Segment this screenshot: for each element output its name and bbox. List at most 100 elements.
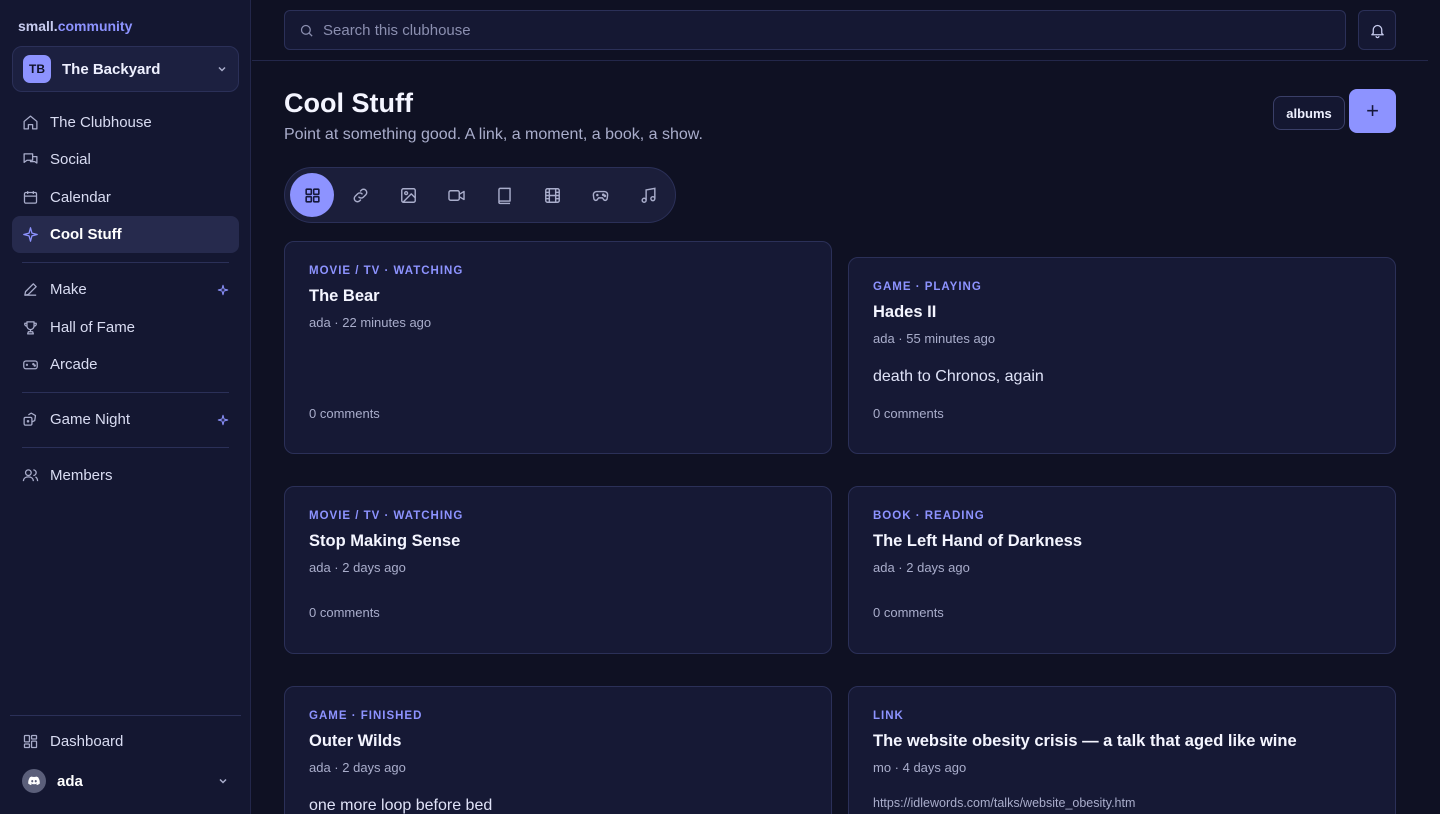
sidebar-item-members[interactable]: Members [12,457,239,494]
post-body: one more loop before bed [309,797,493,814]
page-subtitle: Point at something good. A link, a momen… [284,126,703,143]
category-filter-bar [284,167,676,223]
post-card[interactable]: MOVIE / TV · WATCHING The Bear ada · 22 … [284,241,832,454]
notifications-button[interactable] [1358,10,1396,50]
sidebar-item-calendar[interactable]: Calendar [12,179,239,216]
albums-button[interactable]: albums [1273,96,1345,130]
chat-icon [23,153,38,164]
chevron-down-icon [218,66,226,72]
avatar [22,769,46,793]
search-input[interactable] [323,21,1331,39]
post-card[interactable]: MOVIE / TV · WATCHING Stop Making Sense … [284,486,832,654]
discord-icon [28,776,40,786]
post-title[interactable]: Stop Making Sense [309,532,460,551]
post-meta: mo · 4 days ago [873,760,967,775]
pencil-icon [24,283,37,296]
comments-link[interactable]: 0 comments [873,406,944,421]
post-title[interactable]: The Bear [309,287,380,306]
post-title[interactable]: The Left Hand of Darkness [873,532,1082,551]
video-icon [447,189,465,201]
top-bar [252,0,1428,61]
home-icon [23,115,38,130]
chevron-down-icon [219,778,227,784]
trophy-icon [24,321,37,335]
calendar-icon [23,191,38,204]
sidebar-item-game-night[interactable]: Game Night [12,401,239,438]
sidebar-divider [22,392,229,393]
post-category: GAME · FINISHED [309,710,423,722]
post-card[interactable]: LINK The website obesity crisis — a talk… [848,686,1396,814]
workspace-avatar: TB [23,55,51,83]
sidebar-item-label: Calendar [50,189,111,206]
filter-books[interactable] [482,173,526,217]
book-icon [497,187,511,204]
comments-link[interactable]: 0 comments [873,605,944,620]
sidebar-item-hall-of-fame[interactable]: Hall of Fame [12,309,239,346]
music-icon [640,187,656,203]
post-category: MOVIE / TV · WATCHING [309,265,464,277]
workspace-name: The Backyard [62,60,161,78]
post-meta: ada · 22 minutes ago [309,315,432,330]
filter-videos[interactable] [434,173,478,217]
post-title[interactable]: The website obesity crisis — a talk that… [873,732,1297,751]
filter-all[interactable] [290,173,334,217]
sidebar-item-label: Game Night [50,411,131,428]
post-body: death to Chronos, again [873,368,1044,385]
sidebar-item-label: Arcade [50,356,98,373]
post-card[interactable]: GAME · FINISHED Outer Wilds ada · 2 days… [284,686,832,814]
post-category: LINK [873,710,904,722]
post-title[interactable]: Outer Wilds [309,732,401,751]
post-card[interactable]: GAME · PLAYING Hades II ada · 55 minutes… [848,257,1396,454]
post-meta: ada · 2 days ago [309,560,406,575]
sidebar-divider [10,715,241,716]
post-meta: ada · 2 days ago [309,760,406,775]
post-category: GAME · PLAYING [873,281,982,293]
sidebar-item-cool-stuff[interactable]: Cool Stuff [12,216,239,253]
sidebar-divider [22,447,229,448]
user-name: ada [57,772,83,790]
post-category: MOVIE / TV · WATCHING [309,510,464,522]
sidebar-item-clubhouse[interactable]: The Clubhouse [12,104,239,141]
link-icon [353,188,367,202]
sidebar-item-social[interactable]: Social [12,141,239,178]
comments-link[interactable]: 0 comments [309,605,380,620]
sidebar-item-label: Social [50,151,91,168]
brand-logo[interactable]: small.community [18,18,132,34]
search-box[interactable] [284,10,1346,50]
filter-music[interactable] [626,173,670,217]
post-title[interactable]: Hades II [873,303,936,322]
workspace-switcher[interactable]: TB The Backyard [12,46,239,92]
sidebar-item-label: Members [50,467,113,484]
post-meta: ada · 55 minutes ago [873,331,996,346]
sidebar-item-arcade[interactable]: Arcade [12,346,239,383]
sidebar-divider [22,262,229,263]
page-title: Cool Stuff [284,88,413,118]
users-icon [22,469,39,482]
add-button[interactable]: + [1349,89,1396,133]
sidebar-item-label: Cool Stuff [50,226,122,243]
user-menu[interactable]: ada [12,765,239,797]
dashboard-link[interactable]: Dashboard [12,723,239,760]
sidebar-item-make[interactable]: Make [12,271,239,308]
sparkle-icon [23,227,38,242]
sparkle-icon [217,284,229,295]
filter-links[interactable] [338,173,382,217]
post-meta: ada · 2 days ago [873,560,970,575]
comments-link[interactable]: 0 comments [309,406,380,421]
post-card[interactable]: BOOK · READING The Left Hand of Darkness… [848,486,1396,654]
bell-icon [1370,24,1384,38]
sidebar-item-label: Make [50,281,87,298]
grid-icon [304,187,320,203]
post-category: BOOK · READING [873,510,985,522]
dice-icon [23,412,37,426]
sidebar-item-label: The Clubhouse [50,114,152,131]
filter-film[interactable] [530,173,574,217]
sidebar-item-label: Hall of Fame [50,319,136,336]
gamepad-icon [23,360,38,370]
filter-images[interactable] [386,173,430,217]
filter-games[interactable] [578,173,622,217]
post-link-url[interactable]: https://idlewords.com/talks/website_obes… [873,796,1135,810]
gamepad-icon [592,190,608,201]
film-icon [544,187,560,203]
sidebar: small.community TB The Backyard The Club… [0,0,251,814]
